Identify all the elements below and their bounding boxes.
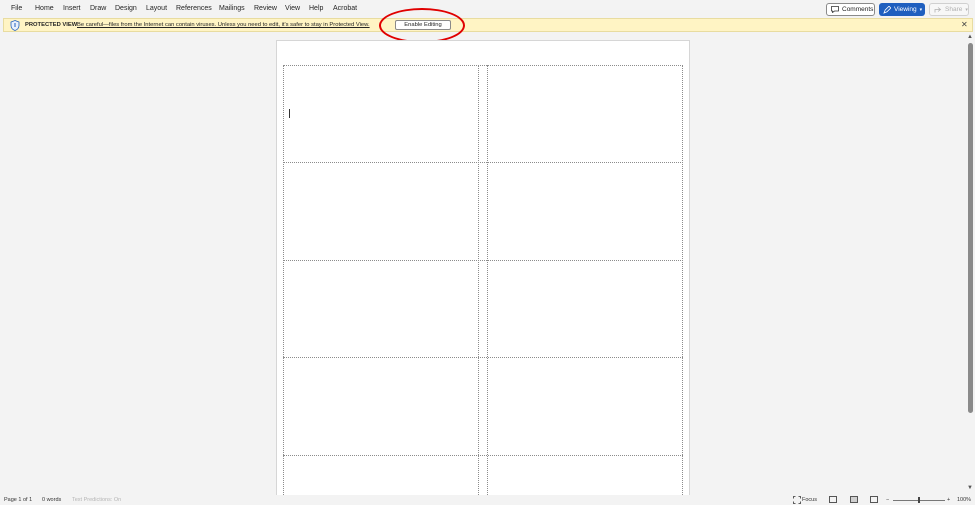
chevron-down-icon: ▾ <box>919 6 923 13</box>
vertical-scrollbar[interactable]: ▲ ▼ <box>966 34 975 495</box>
share-label: Share <box>945 6 963 13</box>
enable-editing-button[interactable]: Enable Editing <box>395 20 451 30</box>
table-gridline <box>283 260 683 261</box>
close-icon[interactable]: ✕ <box>961 20 968 29</box>
viewing-mode-button[interactable]: Viewing ▾ <box>879 3 925 16</box>
menu-references[interactable]: References <box>176 5 212 12</box>
table-gridline <box>283 455 683 456</box>
menu-insert[interactable]: Insert <box>63 5 81 12</box>
print-layout-icon[interactable] <box>850 496 858 503</box>
table-gridline <box>682 65 683 497</box>
table-gridline <box>478 65 479 497</box>
word-count[interactable]: 0 words <box>42 497 61 503</box>
menu-review[interactable]: Review <box>254 5 277 12</box>
menu-help[interactable]: Help <box>309 5 323 12</box>
table-gridline <box>283 357 683 358</box>
menu-draw[interactable]: Draw <box>90 5 106 12</box>
menu-view[interactable]: View <box>285 5 300 12</box>
read-mode-icon[interactable] <box>829 496 837 503</box>
document-page[interactable] <box>276 40 690 497</box>
viewing-label: Viewing <box>894 6 917 13</box>
comments-button[interactable]: Comments <box>826 3 875 16</box>
scroll-up-icon[interactable]: ▲ <box>967 34 973 40</box>
menu-home[interactable]: Home <box>35 5 54 12</box>
menu-file[interactable]: File <box>11 5 22 12</box>
shield-icon <box>10 20 20 31</box>
web-layout-icon[interactable] <box>870 496 878 503</box>
protected-view-message[interactable]: Be careful—files from the Internet can c… <box>77 22 370 28</box>
status-bar: Page 1 of 1 0 words Text Predictions: On… <box>0 495 975 505</box>
menu-design[interactable]: Design <box>115 5 137 12</box>
menu-mailings[interactable]: Mailings <box>219 5 245 12</box>
scroll-down-icon[interactable]: ▼ <box>967 485 973 491</box>
page-count[interactable]: Page 1 of 1 <box>4 497 32 503</box>
text-cursor <box>289 109 290 118</box>
table-gridline <box>283 65 683 66</box>
zoom-out-icon[interactable]: − <box>886 497 889 503</box>
share-button[interactable]: Share ▾ <box>929 3 969 16</box>
protected-view-bar: PROTECTED VIEW Be careful—files from the… <box>3 18 973 32</box>
label-table <box>283 65 683 497</box>
table-gridline <box>487 65 488 497</box>
table-gridline <box>283 162 683 163</box>
pen-icon <box>883 5 891 14</box>
protected-view-title: PROTECTED VIEW <box>25 22 78 28</box>
focus-icon[interactable] <box>793 496 801 504</box>
focus-label[interactable]: Focus <box>802 497 817 503</box>
table-gridline <box>283 65 284 497</box>
scroll-thumb[interactable] <box>968 43 973 413</box>
zoom-slider-thumb[interactable] <box>918 497 920 503</box>
comment-icon <box>831 6 839 13</box>
zoom-in-icon[interactable]: + <box>947 497 950 503</box>
text-predictions[interactable]: Text Predictions: On <box>72 497 121 503</box>
comments-label: Comments <box>842 6 874 13</box>
menu-layout[interactable]: Layout <box>146 5 167 12</box>
menu-bar: File Home Insert Draw Design Layout Refe… <box>0 0 975 18</box>
share-icon <box>934 7 942 13</box>
zoom-level[interactable]: 100% <box>957 497 971 503</box>
chevron-down-icon: ▾ <box>965 6 968 13</box>
menu-acrobat[interactable]: Acrobat <box>333 5 357 12</box>
